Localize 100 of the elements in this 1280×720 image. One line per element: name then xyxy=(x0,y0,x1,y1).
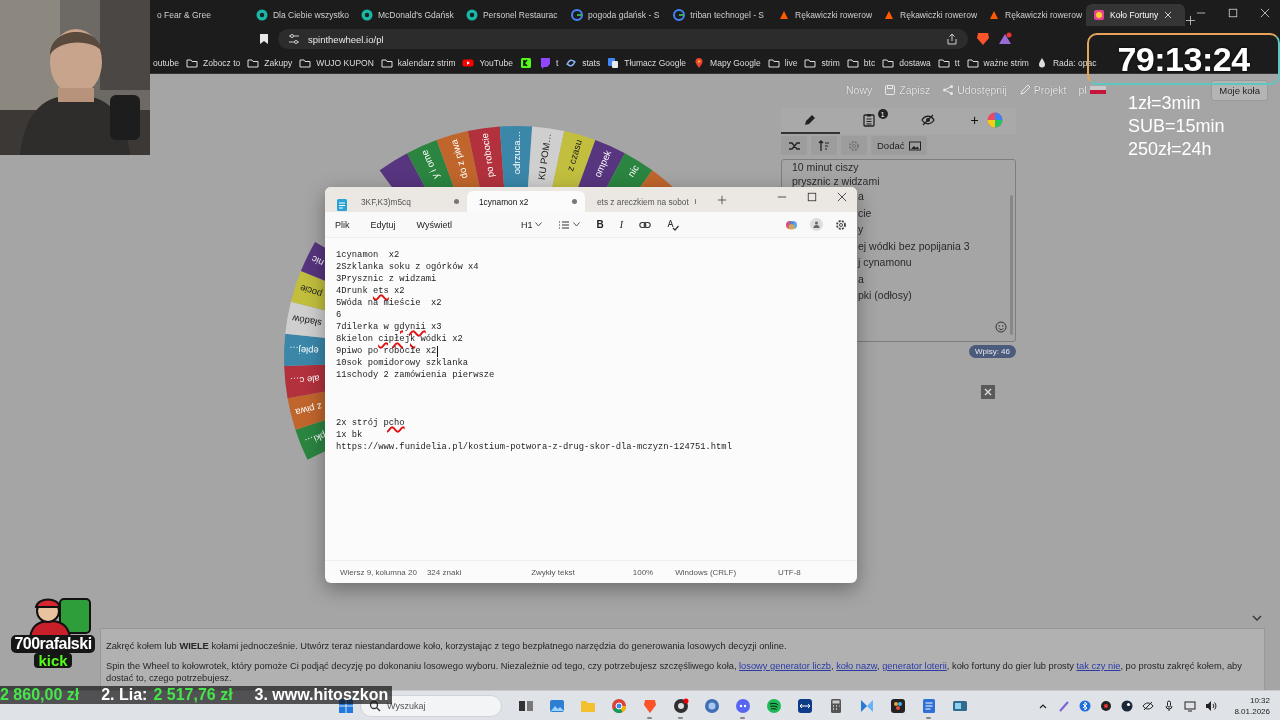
editor-icon xyxy=(858,697,875,714)
share-icon[interactable] xyxy=(946,33,958,45)
account-icon[interactable] xyxy=(810,218,823,231)
wheel-label: sładów xyxy=(291,313,323,330)
browser-tab[interactable]: Dla Ciebie wszystko xyxy=(248,4,354,26)
wheel-label: eplej… xyxy=(288,344,319,357)
chevron-down-icon xyxy=(573,222,581,227)
text-link[interactable]: generator loterii xyxy=(882,661,947,671)
browser-tab[interactable]: Koło Fortuny xyxy=(1086,4,1185,26)
text-line: 7dilerka w gdynii x3 xyxy=(336,321,442,333)
bookmark-icon[interactable] xyxy=(258,33,270,45)
shuffle-button[interactable] xyxy=(781,136,807,155)
browser-tab[interactable]: Rękawiczki rowerow xyxy=(981,4,1087,26)
add-image-button[interactable]: Dodać xyxy=(871,136,928,155)
bookmark[interactable]: WUJO KUPON xyxy=(299,56,374,69)
clipboard-icon xyxy=(862,113,877,127)
triangle-icon[interactable] xyxy=(998,32,1012,46)
entry-text: pki (odłosy) xyxy=(858,288,912,303)
browser-tab[interactable]: Personel Restaurac xyxy=(458,4,564,26)
folder-icon xyxy=(846,56,859,69)
globe-icon xyxy=(703,697,720,714)
text-line: 10sok pomidorowy szklanka xyxy=(336,357,468,369)
maximize-icon[interactable] xyxy=(807,192,817,202)
text-line: 1x bk xyxy=(336,429,363,441)
new-tab-icon[interactable] xyxy=(717,194,727,205)
bookmark[interactable]: Tłumacz Google xyxy=(607,56,687,69)
text-line: 2Szklanka soku z ogórków x4 xyxy=(336,261,479,273)
smiley-icon[interactable] xyxy=(995,321,1007,333)
bookmark[interactable]: ważne strim xyxy=(966,56,1029,69)
bookmark[interactable]: outube xyxy=(153,57,179,68)
wheel-label: nic xyxy=(309,253,326,269)
copilot-icon[interactable] xyxy=(785,218,798,231)
menu-item[interactable]: Plik xyxy=(335,219,350,230)
folder-icon xyxy=(882,56,895,69)
running-indicator xyxy=(678,716,683,719)
address-bar[interactable]: spinthewheel.io/pl xyxy=(278,29,968,49)
entry-text: prysznic z widzami xyxy=(792,174,880,188)
menu-item[interactable]: Edytuj xyxy=(370,219,396,230)
wheel-label: pki… xyxy=(303,429,328,449)
close-icon xyxy=(983,387,993,397)
steam-icon[interactable] xyxy=(1121,699,1134,712)
speaker-icon[interactable] xyxy=(1205,699,1218,712)
close-icon[interactable] xyxy=(1163,10,1174,20)
list-button[interactable] xyxy=(558,218,581,231)
close-button[interactable] xyxy=(981,385,995,399)
wheel-label: ale c… xyxy=(289,373,321,388)
status-text: Zwykły tekst xyxy=(531,567,575,577)
bookmark[interactable]: YouTube xyxy=(462,56,513,69)
resolve-icon xyxy=(889,697,906,714)
italic-button[interactable]: I xyxy=(619,219,624,230)
folder-icon xyxy=(380,56,393,69)
bookmark[interactable]: Zakupy xyxy=(247,56,293,69)
menu-item[interactable]: Wyświetl xyxy=(416,219,452,230)
logo-text: 700rafalski xyxy=(11,635,95,653)
text-line: 8kielon cipłejk wódki x2 xyxy=(336,333,463,345)
microphone-icon[interactable] xyxy=(1163,699,1176,712)
folder-icon xyxy=(937,56,950,69)
settings-icon[interactable] xyxy=(835,218,847,231)
document-tab[interactable]: 3KF,K3)m5cq xyxy=(349,191,467,212)
browser-tab[interactable]: Rękawiczki rowerow xyxy=(876,4,982,26)
bookmark[interactable]: stats xyxy=(565,56,601,69)
heading-button[interactable]: H1 xyxy=(520,219,543,230)
new-tab-icon[interactable] xyxy=(1185,15,1196,26)
bluetooth-icon[interactable] xyxy=(1079,699,1092,712)
bookmark[interactable]: kalendarz strim xyxy=(380,56,456,69)
browser-tab[interactable]: triban technogel - S xyxy=(666,4,772,26)
sort-button[interactable] xyxy=(811,136,837,155)
search-field[interactable]: Wyszukaj xyxy=(387,700,487,711)
browser-tab[interactable]: McDonald's Gdańsk xyxy=(353,4,459,26)
bookmark[interactable]: Zobocz to xyxy=(186,56,241,69)
remote-icon xyxy=(796,697,813,714)
bookmark[interactable]: t xyxy=(538,56,559,69)
bookmark[interactable]: dostawa xyxy=(882,56,931,69)
document-tab[interactable]: ets z areczkiem na sobot xyxy=(585,191,703,212)
bookmark[interactable]: tt xyxy=(937,56,960,69)
spell-button[interactable] xyxy=(667,218,680,231)
bookmark[interactable]: Mapy Google xyxy=(693,56,761,69)
kick-icon xyxy=(519,56,532,69)
panel-tab[interactable]: + xyxy=(957,108,1016,134)
close-icon[interactable] xyxy=(837,192,847,202)
browser-tab[interactable]: pogoda gdańsk - S xyxy=(563,4,667,26)
text-line: 4Drunk ets x2 xyxy=(336,285,405,297)
record-icon[interactable] xyxy=(1100,699,1113,712)
bookmark[interactable]: live xyxy=(767,56,798,69)
clock[interactable]: 10:32 8.01.2026 xyxy=(1234,694,1270,717)
pen-icon[interactable] xyxy=(1058,699,1071,712)
bold-button[interactable]: B xyxy=(596,219,604,230)
browser-tab[interactable]: o Fear & Gree xyxy=(150,4,249,26)
browser-tab[interactable]: Rękawiczki rowerow xyxy=(771,4,877,26)
google-icon xyxy=(570,9,583,21)
my-wheels-button[interactable]: Moje koła xyxy=(1211,79,1268,101)
ticker-amount: 2 517,76 zł xyxy=(153,686,233,704)
text-line: 2x strój pcho xyxy=(336,417,405,429)
monitor-icon[interactable] xyxy=(1184,699,1197,712)
sort-icon xyxy=(818,139,830,152)
text-line: 6 xyxy=(336,309,342,321)
bookmark[interactable]: strim xyxy=(804,56,840,69)
eye-off-icon[interactable] xyxy=(1142,699,1155,712)
document-tab[interactable]: 1cynamon x2 xyxy=(467,191,585,212)
bookmark[interactable]: btc xyxy=(846,56,876,69)
